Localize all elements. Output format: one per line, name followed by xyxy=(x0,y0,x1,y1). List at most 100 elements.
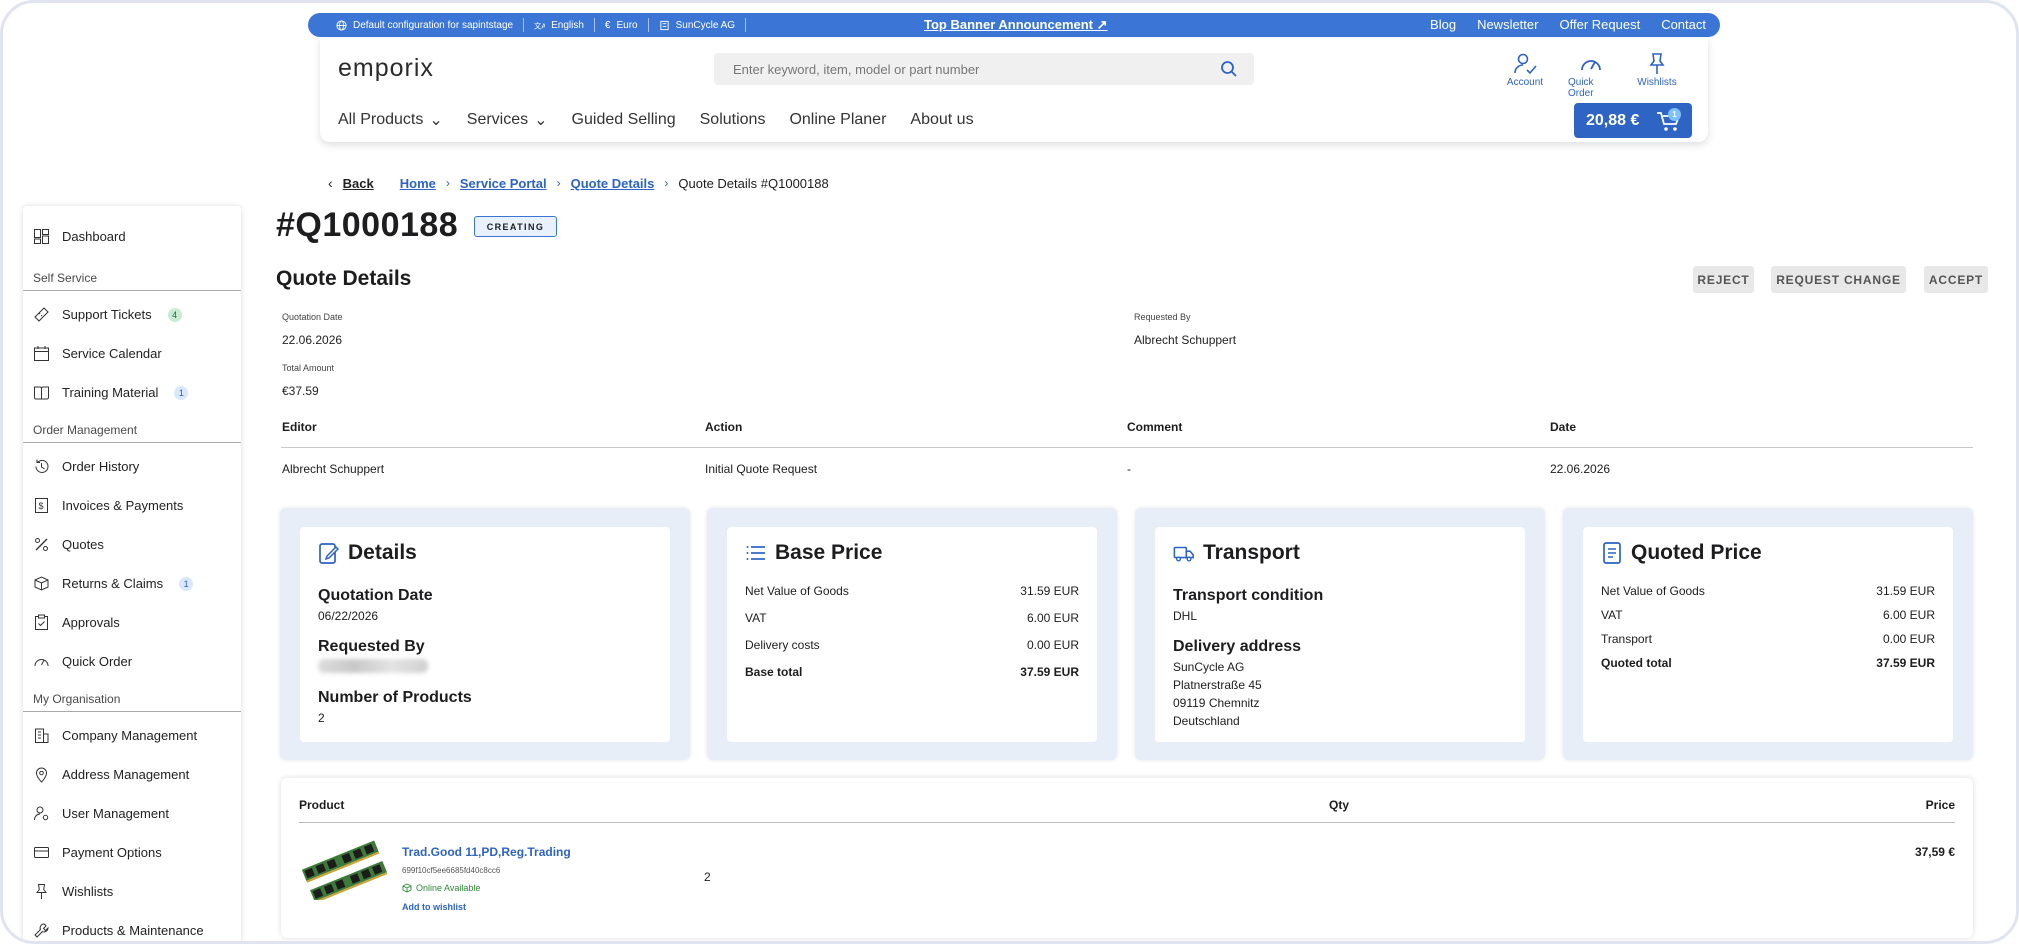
top-banner: Default configuration for sapintstage 文A… xyxy=(308,13,1720,37)
emporix-logo[interactable]: emporix xyxy=(338,54,434,83)
training-material-badge: 1 xyxy=(174,385,189,400)
quick-order-button[interactable]: Quick Order xyxy=(1568,51,1614,99)
returns-claims-badge: 1 xyxy=(179,576,194,591)
base-price-total-row: Base total 37.59 EUR xyxy=(745,665,1079,679)
sidebar-item-wishlists[interactable]: Wishlists xyxy=(33,883,113,900)
requested-by-label: Requested By xyxy=(1134,312,1191,322)
search-icon[interactable] xyxy=(1220,60,1238,78)
sidebar-item-training-material[interactable]: Training Material 1 xyxy=(33,384,189,401)
sidebar-item-products-maintenance[interactable]: Products & Maintenance xyxy=(33,922,204,939)
back-link[interactable]: Back xyxy=(343,176,374,191)
cart-total: 20,88 € xyxy=(1586,111,1640,129)
blog-link[interactable]: Blog xyxy=(1430,17,1456,32)
history-header-editor: Editor xyxy=(282,420,317,434)
quoted-price-row: Net Value of Goods 31.59 EUR xyxy=(1601,584,1935,598)
sidebar-item-returns-claims[interactable]: Returns & Claims 1 xyxy=(33,575,194,592)
nav-guided-selling[interactable]: Guided Selling xyxy=(572,110,676,130)
history-cell-comment: - xyxy=(1127,462,1131,476)
sidebar-item-quick-order[interactable]: Quick Order xyxy=(33,653,132,670)
nav-all-products[interactable]: All Products ⌄ xyxy=(338,110,443,130)
banner-announcement-link[interactable]: Top Banner Announcement ↗ xyxy=(924,17,1108,33)
offer-request-link[interactable]: Offer Request xyxy=(1559,17,1640,32)
nav-online-planer[interactable]: Online Planer xyxy=(789,110,886,130)
product-price: 37,59 € xyxy=(1914,845,1955,859)
currency-label: Euro xyxy=(616,19,638,31)
history-icon xyxy=(35,459,49,473)
wishlists-button[interactable]: Wishlists xyxy=(1634,51,1680,99)
history-header-comment: Comment xyxy=(1127,420,1183,434)
nav-services[interactable]: Services ⌄ xyxy=(467,110,548,130)
nav-solutions[interactable]: Solutions xyxy=(700,110,766,130)
breadcrumb-current: Quote Details #Q1000188 xyxy=(678,175,829,191)
base-price-row: Delivery costs 0.00 EUR xyxy=(745,638,1079,652)
svg-text:$: $ xyxy=(39,501,44,511)
site-header: emporix Account Quick Order Wishlists Al… xyxy=(320,37,1708,142)
request-change-button[interactable]: REQUEST CHANGE xyxy=(1771,266,1906,293)
accept-button[interactable]: ACCEPT xyxy=(1924,266,1988,293)
quoted-price-row: Transport 0.00 EUR xyxy=(1601,632,1935,646)
sidebar-item-address-management[interactable]: Address Management xyxy=(33,766,189,783)
receipt-icon xyxy=(1603,542,1621,564)
contact-link[interactable]: Contact xyxy=(1661,17,1706,32)
search-input[interactable] xyxy=(714,53,1254,85)
pin-icon xyxy=(1649,53,1665,74)
history-header-action: Action xyxy=(705,420,743,434)
product-image[interactable] xyxy=(301,840,387,900)
sidebar-item-invoices-payments[interactable]: $ Invoices & Payments xyxy=(33,497,183,514)
cart-button[interactable]: 20,88 € 1 xyxy=(1574,103,1692,138)
company-selector[interactable]: SunCycle AG xyxy=(649,18,747,32)
history-cell-action: Initial Quote Request xyxy=(705,462,818,476)
quoted-price-row: VAT 6.00 EUR xyxy=(1601,608,1935,622)
account-button[interactable]: Account xyxy=(1502,51,1548,99)
product-qty: 2 xyxy=(704,870,711,884)
sidebar-item-user-management[interactable]: User Management xyxy=(33,805,169,822)
language-selector[interactable]: 文A English xyxy=(524,18,595,32)
delivery-address-line: Deutschland xyxy=(1173,714,1240,728)
invoice-icon: $ xyxy=(35,498,48,513)
credit-card-icon xyxy=(34,847,49,858)
nav-about-us[interactable]: About us xyxy=(910,110,973,130)
details-quotation-date-value: 06/22/2026 xyxy=(318,609,379,623)
products-table: Product Qty Price Trad.Good 11,PD,Reg.Tr… xyxy=(281,778,1973,938)
base-price-row: VAT 6.00 EUR xyxy=(745,611,1079,625)
section-title: Quote Details xyxy=(276,267,412,290)
newsletter-link[interactable]: Newsletter xyxy=(1477,17,1538,32)
currency-selector[interactable]: € Euro xyxy=(595,18,649,32)
svg-text:文A: 文A xyxy=(534,21,545,30)
base-price-card: Base Price Net Value of Goods 31.59 EUR V… xyxy=(707,508,1117,760)
sidebar-item-order-history[interactable]: Order History xyxy=(33,458,139,475)
availability-status: Online Available xyxy=(402,883,480,893)
quotation-date-value: 22.06.2026 xyxy=(282,333,343,347)
sidebar-item-dashboard[interactable]: Dashboard xyxy=(33,228,126,245)
chevron-down-icon: ⌄ xyxy=(429,112,443,129)
sidebar-item-service-calendar[interactable]: Service Calendar xyxy=(33,345,162,362)
sidebar-item-payment-options[interactable]: Payment Options xyxy=(33,844,162,861)
history-cell-editor: Albrecht Schuppert xyxy=(282,462,385,476)
quoted-price-card: Quoted Price Net Value of Goods 31.59 EUR… xyxy=(1563,508,1973,760)
sidebar-item-approvals[interactable]: Approvals xyxy=(33,614,120,631)
config-selector[interactable]: Default configuration for sapintstage xyxy=(326,18,525,32)
breadcrumb-home[interactable]: Home xyxy=(400,176,436,191)
location-pin-icon xyxy=(35,767,48,783)
add-to-wishlist-link[interactable]: Add to wishlist xyxy=(402,902,466,912)
products-header-price: Price xyxy=(1925,798,1955,812)
breadcrumb-quote-details[interactable]: Quote Details xyxy=(571,176,655,191)
list-icon xyxy=(746,546,765,560)
account-icon xyxy=(1514,53,1537,75)
sidebar-item-company-management[interactable]: Company Management xyxy=(33,727,197,744)
total-amount-label: Total Amount xyxy=(282,363,335,373)
transport-condition-label: Transport condition xyxy=(1173,587,1324,604)
percent-icon xyxy=(35,538,48,551)
chevron-right-icon: › xyxy=(445,176,450,190)
speedometer-icon xyxy=(1581,60,1601,71)
sidebar-item-quotes[interactable]: Quotes xyxy=(33,536,104,553)
divider xyxy=(23,711,241,712)
product-name-link[interactable]: Trad.Good 11,PD,Reg.Trading xyxy=(402,845,571,859)
chevron-right-icon: › xyxy=(556,176,561,190)
history-header-date: Date xyxy=(1550,420,1577,434)
breadcrumb-service-portal[interactable]: Service Portal xyxy=(460,176,547,191)
main-nav: All Products ⌄ Services ⌄ Guided Selling S… xyxy=(338,110,998,130)
sidebar-item-support-tickets[interactable]: Support Tickets 4 xyxy=(33,306,182,323)
chevron-left-icon: ‹ xyxy=(328,175,333,191)
reject-button[interactable]: REJECT xyxy=(1693,266,1754,293)
